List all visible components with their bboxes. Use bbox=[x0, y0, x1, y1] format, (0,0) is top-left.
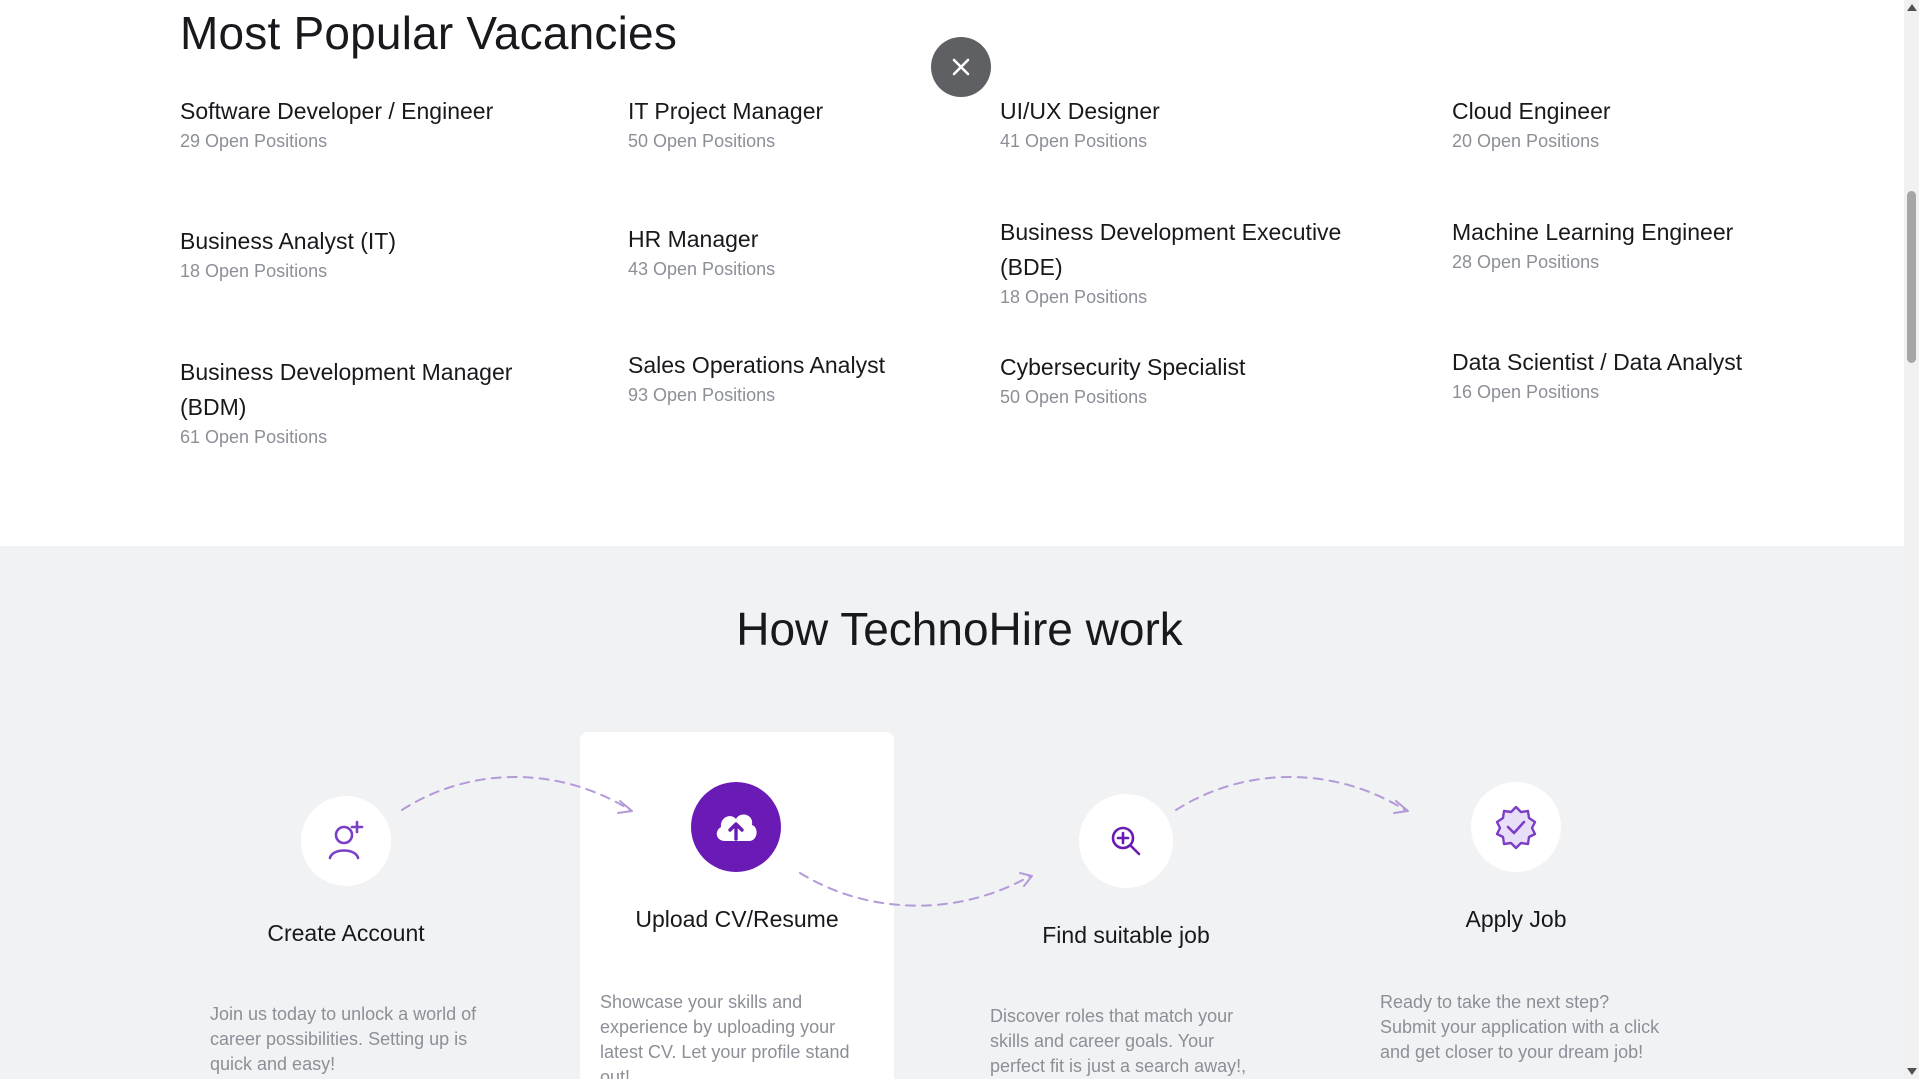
vacancy-count: 43 Open Positions bbox=[628, 259, 776, 279]
vacancy-name[interactable]: UI/UX Designer bbox=[1000, 94, 1360, 129]
vacancy-count: 18 Open Positions bbox=[180, 261, 328, 281]
vertical-scrollbar[interactable] bbox=[1904, 0, 1919, 1079]
step-title: Apply Job bbox=[1465, 906, 1567, 932]
step-title: Create Account bbox=[267, 920, 425, 946]
vacancy-count: 16 Open Positions bbox=[1452, 382, 1600, 402]
vacancy-item[interactable]: Cloud Engineer 20 Open Positions bbox=[1452, 94, 1852, 153]
vacancy-count: 29 Open Positions bbox=[180, 131, 328, 151]
vacancy-item[interactable]: Business Analyst (IT) 18 Open Positions bbox=[180, 224, 560, 283]
vacancy-name[interactable]: Business Analyst (IT) bbox=[180, 224, 560, 259]
vacancy-item[interactable]: IT Project Manager 50 Open Positions bbox=[628, 94, 968, 153]
scroll-down-arrow-icon[interactable] bbox=[1907, 1068, 1917, 1075]
vacancy-item[interactable]: Software Developer / Engineer 29 Open Po… bbox=[180, 94, 560, 153]
vacancy-item[interactable]: Data Scientist / Data Analyst 16 Open Po… bbox=[1452, 345, 1852, 404]
vacancy-item[interactable]: UI/UX Designer 41 Open Positions bbox=[1000, 94, 1360, 153]
scrollbar-thumb[interactable] bbox=[1907, 191, 1916, 363]
close-icon bbox=[952, 58, 970, 76]
cloud-upload-icon bbox=[716, 814, 757, 841]
vacancy-item[interactable]: Sales Operations Analyst 93 Open Positio… bbox=[628, 348, 968, 407]
vacancy-name[interactable]: Business Development Executive (BDE) bbox=[1000, 215, 1360, 285]
vacancy-name[interactable]: Software Developer / Engineer bbox=[180, 94, 560, 129]
vacancy-item[interactable]: Business Development Executive (BDE) 18 … bbox=[1000, 215, 1360, 309]
vacancy-count: 28 Open Positions bbox=[1452, 252, 1600, 272]
step-description: Discover roles that match your skills an… bbox=[990, 1006, 1247, 1076]
vacancy-name[interactable]: Machine Learning Engineer bbox=[1452, 215, 1852, 250]
search-plus-icon bbox=[1111, 826, 1141, 856]
section-title: Most Popular Vacancies bbox=[180, 7, 678, 59]
verified-badge-icon bbox=[1495, 805, 1537, 850]
scroll-up-arrow-icon[interactable] bbox=[1907, 4, 1917, 11]
step-description: Showcase your skills and experience by u… bbox=[600, 992, 850, 1079]
vacancy-count: 18 Open Positions bbox=[1000, 287, 1148, 307]
vacancy-name[interactable]: Business Development Manager (BDM) bbox=[180, 355, 540, 425]
add-user-icon bbox=[328, 820, 364, 860]
vacancy-name[interactable]: Cloud Engineer bbox=[1452, 94, 1852, 129]
vacancy-item[interactable]: Cybersecurity Specialist 50 Open Positio… bbox=[1000, 350, 1360, 409]
vacancy-item[interactable]: HR Manager 43 Open Positions bbox=[628, 222, 968, 281]
vacancy-count: 20 Open Positions bbox=[1452, 131, 1600, 151]
vacancy-count: 61 Open Positions bbox=[180, 427, 328, 447]
step-title: Upload CV/Resume bbox=[635, 906, 839, 932]
step-title: Find suitable job bbox=[1042, 922, 1210, 948]
vacancy-name[interactable]: HR Manager bbox=[628, 222, 968, 257]
vacancy-name[interactable]: Sales Operations Analyst bbox=[628, 348, 968, 383]
close-button[interactable] bbox=[931, 37, 991, 97]
vacancy-count: 93 Open Positions bbox=[628, 385, 776, 405]
vacancy-name[interactable]: IT Project Manager bbox=[628, 94, 968, 129]
vacancy-name[interactable]: Cybersecurity Specialist bbox=[1000, 350, 1360, 385]
step-icon-wrap bbox=[691, 782, 781, 872]
step-description: Join us today to unlock a world of caree… bbox=[210, 1004, 477, 1074]
step-icon-wrap bbox=[1471, 782, 1561, 872]
vacancy-count: 50 Open Positions bbox=[1000, 387, 1148, 407]
step-icon-wrap bbox=[301, 796, 391, 886]
step-icon-wrap bbox=[1079, 794, 1173, 888]
vacancy-item[interactable]: Business Development Manager (BDM) 61 Op… bbox=[180, 355, 540, 449]
vacancy-count: 41 Open Positions bbox=[1000, 131, 1148, 151]
vacancy-name[interactable]: Data Scientist / Data Analyst bbox=[1452, 345, 1852, 380]
vacancy-item[interactable]: Machine Learning Engineer 28 Open Positi… bbox=[1452, 215, 1852, 274]
popular-vacancies-section: Most Popular Vacancies Software Develope… bbox=[0, 0, 1904, 546]
how-it-works-section: How TechnoHire work Create Account Join … bbox=[0, 546, 1904, 1092]
vacancy-count: 50 Open Positions bbox=[628, 131, 776, 151]
step-description: Ready to take the next step? Submit your… bbox=[1380, 992, 1660, 1062]
